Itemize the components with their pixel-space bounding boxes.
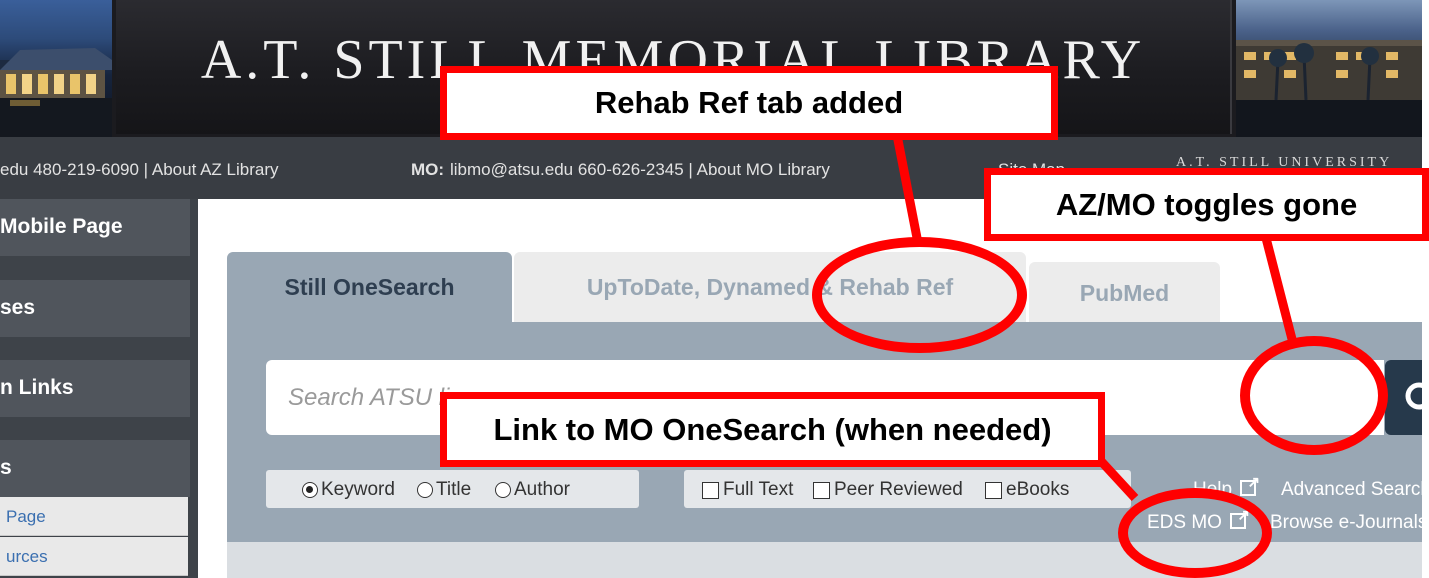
- callout-rehab-ref: Rehab Ref tab added: [440, 66, 1058, 140]
- annotation-ellipse-toggles: [1240, 336, 1388, 455]
- callout-text: AZ/MO toggles gone: [1055, 186, 1358, 222]
- annotation-ellipse-eds-mo: [1118, 488, 1272, 578]
- callout-mo-onesearch: Link to MO OneSearch (when needed): [440, 392, 1105, 467]
- annotation-ellipse-rehab-tab: [812, 237, 1027, 353]
- callout-toggles-gone: AZ/MO toggles gone: [984, 168, 1429, 241]
- callout-text: Rehab Ref tab added: [594, 85, 904, 120]
- callout-text: Link to MO OneSearch (when needed): [493, 411, 1052, 447]
